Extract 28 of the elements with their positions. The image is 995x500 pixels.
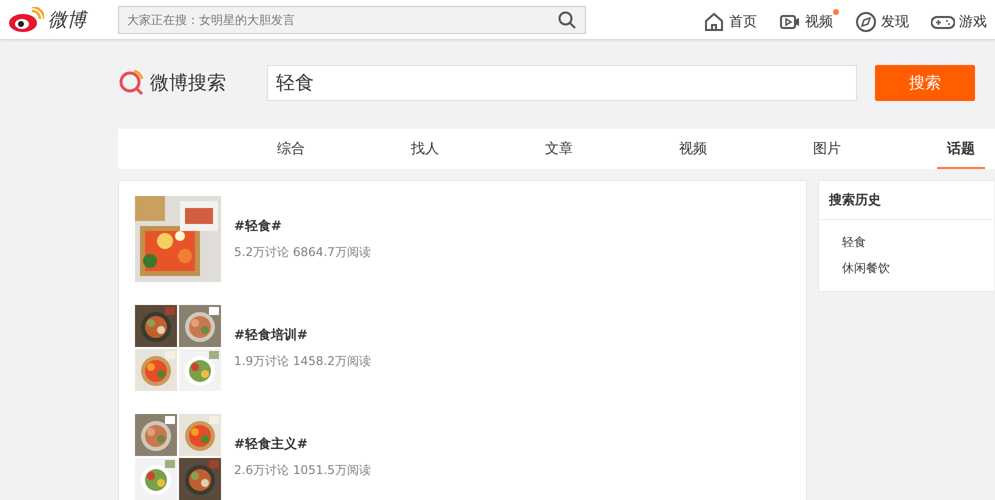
tab[interactable]: 图片 xyxy=(760,129,894,169)
history-item[interactable]: 轻食 xyxy=(842,234,994,251)
history-title: 搜索历史 xyxy=(829,192,881,209)
tab[interactable]: 文章 xyxy=(492,129,626,169)
tab[interactable]: 找人 xyxy=(358,129,492,169)
logo-text: 微博 xyxy=(48,8,86,32)
tab[interactable]: 综合 xyxy=(224,129,358,169)
topic-link[interactable]: #轻食# xyxy=(234,217,371,235)
topic-stats: 2.6万讨论 1051.5万阅读 xyxy=(234,462,371,479)
compass-icon xyxy=(855,10,877,32)
nav-link[interactable]: 视频 xyxy=(779,4,841,34)
nav-link[interactable]: 发现 xyxy=(855,4,917,34)
search-field[interactable]: 大家正在搜：女明星的大胆发言 xyxy=(118,6,586,34)
query-field[interactable]: 轻食 xyxy=(267,65,857,101)
home-icon xyxy=(703,10,725,32)
weibo-logo-icon[interactable] xyxy=(8,6,44,32)
search-logo-icon xyxy=(118,69,146,97)
nav-link[interactable]: 首页 xyxy=(703,4,765,34)
topic-stats: 1.9万讨论 1458.2万阅读 xyxy=(234,353,371,370)
tab[interactable]: 视频 xyxy=(626,129,760,169)
topic-stats: 5.2万讨论 6864.7万阅读 xyxy=(234,244,371,261)
history-item[interactable]: 休闲餐饮 xyxy=(842,260,994,277)
topic-link[interactable]: #轻食培训# xyxy=(234,326,371,344)
search-icon[interactable] xyxy=(558,10,576,28)
search-logo-text: 微博搜索 xyxy=(150,71,226,96)
nav-link[interactable]: 游戏 xyxy=(931,4,995,34)
topic-link[interactable]: #轻食主义# xyxy=(234,435,371,453)
tab[interactable]: 话题 xyxy=(937,129,985,169)
